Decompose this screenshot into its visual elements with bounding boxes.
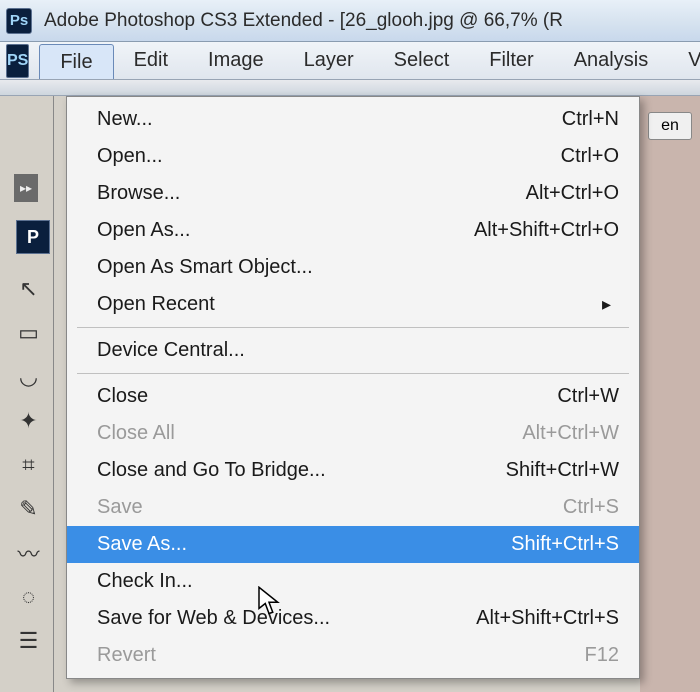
panel-expand-icon[interactable]: ▸▸ xyxy=(14,174,38,202)
menu-item-shortcut: Shift+Ctrl+S xyxy=(511,533,619,556)
menu-item-close-and-go-to-bridge[interactable]: Close and Go To Bridge... Shift+Ctrl+W xyxy=(67,452,639,489)
menu-edit[interactable]: Edit xyxy=(114,42,188,79)
menu-item-shortcut: Ctrl+W xyxy=(557,385,619,408)
menu-analysis[interactable]: Analysis xyxy=(554,42,668,79)
menu-item-label: Close xyxy=(97,385,148,408)
healing-tool-icon[interactable]: ◌ xyxy=(8,576,50,618)
menu-item-label: New... xyxy=(97,108,153,131)
menu-item-open-recent[interactable]: Open Recent ▸ xyxy=(67,286,639,323)
menu-item-shortcut: Alt+Ctrl+O xyxy=(526,182,619,205)
document-canvas xyxy=(640,96,700,692)
menu-item-label: Close All xyxy=(97,422,175,445)
menubar: PS File Edit Image Layer Select Filter A… xyxy=(0,42,700,80)
menu-item-device-central[interactable]: Device Central... xyxy=(67,332,639,369)
lasso-tool-icon[interactable]: ◡ xyxy=(8,356,50,398)
menu-item-shortcut: Alt+Shift+Ctrl+O xyxy=(474,219,619,242)
menu-separator xyxy=(77,327,629,328)
menu-item-open[interactable]: Open... Ctrl+O xyxy=(67,138,639,175)
menu-item-shortcut: Alt+Shift+Ctrl+S xyxy=(476,607,619,630)
menu-item-label: Revert xyxy=(97,644,156,667)
menu-file[interactable]: File xyxy=(39,44,113,79)
menu-item-label: Check In... xyxy=(97,570,193,593)
menu-item-open-as-smart-object[interactable]: Open As Smart Object... xyxy=(67,249,639,286)
menu-item-close-all: Close All Alt+Ctrl+W xyxy=(67,415,639,452)
menu-item-shortcut: Ctrl+N xyxy=(562,108,619,131)
crop-tool-icon[interactable]: ⌗ xyxy=(8,444,50,486)
options-bar xyxy=(0,80,700,96)
menu-item-close[interactable]: Close Ctrl+W xyxy=(67,378,639,415)
titlebar: Ps Adobe Photoshop CS3 Extended - [26_gl… xyxy=(0,0,700,42)
window-title: Adobe Photoshop CS3 Extended - [26_glooh… xyxy=(44,10,563,32)
move-tool-icon[interactable]: ↖ xyxy=(8,268,50,310)
menu-item-label: Device Central... xyxy=(97,339,245,362)
eyedropper-tool-icon[interactable]: ✎ xyxy=(8,488,50,530)
marquee-tool-icon[interactable]: ▭ xyxy=(8,312,50,354)
menu-item-revert: Revert F12 xyxy=(67,637,639,674)
menu-select[interactable]: Select xyxy=(374,42,470,79)
menu-item-open-as[interactable]: Open As... Alt+Shift+Ctrl+O xyxy=(67,212,639,249)
document-tab-icon[interactable]: P xyxy=(16,220,50,254)
menu-item-label: Close and Go To Bridge... xyxy=(97,459,326,482)
file-dropdown: New... Ctrl+N Open... Ctrl+O Browse... Alt+Ct… xyxy=(66,96,640,679)
menu-item-shortcut: Alt+Ctrl+W xyxy=(522,422,619,445)
en-button[interactable]: en xyxy=(648,112,692,140)
menu-item-label: Open As... xyxy=(97,219,190,242)
menu-item-browse[interactable]: Browse... Alt+Ctrl+O xyxy=(67,175,639,212)
app-icon: Ps xyxy=(6,8,32,34)
menu-separator xyxy=(77,373,629,374)
menu-item-shortcut: Ctrl+S xyxy=(563,496,619,519)
menu-item-label: Open Recent xyxy=(97,293,215,316)
menu-item-save-for-web-devices[interactable]: Save for Web & Devices... Alt+Shift+Ctrl+… xyxy=(67,600,639,637)
menu-item-label: Browse... xyxy=(97,182,180,205)
menu-layer[interactable]: Layer xyxy=(284,42,374,79)
menu-item-save-as[interactable]: Save As... Shift+Ctrl+S xyxy=(67,526,639,563)
menu-item-label: Save xyxy=(97,496,143,519)
menu-view[interactable]: Vie xyxy=(668,42,700,79)
submenu-arrow-icon: ▸ xyxy=(602,294,621,315)
brush-tool-icon[interactable]: 〰 xyxy=(8,532,50,574)
menu-item-label: Save As... xyxy=(97,533,187,556)
wand-tool-icon[interactable]: ✦ xyxy=(8,400,50,442)
ps-logo-icon[interactable]: PS xyxy=(6,44,29,78)
menu-filter[interactable]: Filter xyxy=(469,42,553,79)
menu-item-save: Save Ctrl+S xyxy=(67,489,639,526)
menu-image[interactable]: Image xyxy=(188,42,284,79)
menu-item-check-in[interactable]: Check In... xyxy=(67,563,639,600)
menu-item-label: Open As Smart Object... xyxy=(97,256,313,279)
menu-item-shortcut: Ctrl+O xyxy=(561,145,619,168)
menu-item-shortcut: Shift+Ctrl+W xyxy=(506,459,619,482)
menu-item-shortcut: F12 xyxy=(585,644,619,667)
menu-item-label: Save for Web & Devices... xyxy=(97,607,330,630)
menu-item-new[interactable]: New... Ctrl+N xyxy=(67,101,639,138)
menu-item-label: Open... xyxy=(97,145,163,168)
stamp-tool-icon[interactable]: ☰ xyxy=(8,620,50,662)
